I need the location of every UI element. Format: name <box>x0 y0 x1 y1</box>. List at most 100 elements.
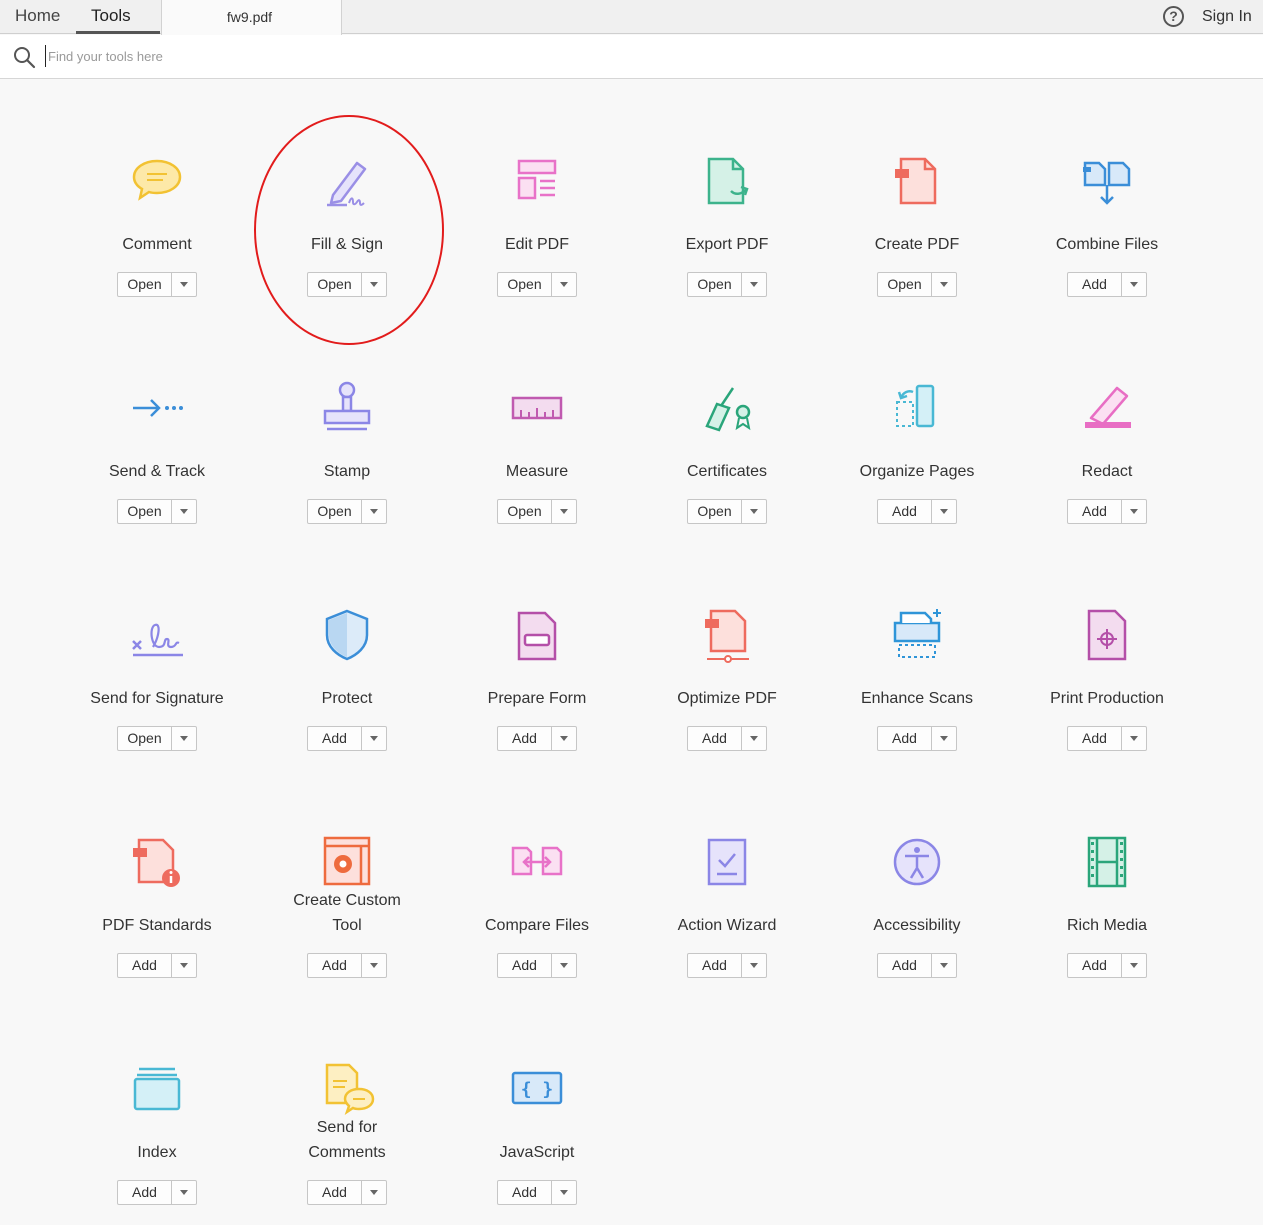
chevron-down-icon[interactable] <box>362 1181 386 1204</box>
chevron-down-icon[interactable] <box>362 500 386 523</box>
tool-compare-files[interactable]: Compare Files Add <box>442 760 632 987</box>
tool-fill-and-sign-open-button[interactable]: Open <box>307 272 387 297</box>
chevron-down-icon[interactable] <box>172 1181 196 1204</box>
chevron-down-icon[interactable] <box>742 954 766 977</box>
tool-certificates[interactable]: Certificates Open <box>632 306 822 533</box>
tool-comment-open-button[interactable]: Open <box>117 272 197 297</box>
chevron-down-icon[interactable] <box>172 727 196 750</box>
tool-compare-files-add-button[interactable]: Add <box>497 953 577 978</box>
rich-media-icon[interactable] <box>1077 832 1137 892</box>
open-button-label[interactable]: Open <box>308 500 362 523</box>
tool-organize-pages[interactable]: Organize Pages Add <box>822 306 1012 533</box>
chevron-down-icon[interactable] <box>552 273 576 296</box>
add-button-label[interactable]: Add <box>118 954 172 977</box>
compare-files-icon[interactable] <box>507 832 567 892</box>
sign-in-link[interactable]: Sign In <box>1202 8 1252 26</box>
tool-measure[interactable]: Measure Open <box>442 306 632 533</box>
add-button-label[interactable]: Add <box>688 954 742 977</box>
tool-accessibility[interactable]: Accessibility Add <box>822 760 1012 987</box>
tool-pdf-standards[interactable]: PDF Standards Add <box>62 760 252 987</box>
tool-optimize-pdf-add-button[interactable]: Add <box>687 726 767 751</box>
tool-enhance-scans-add-button[interactable]: Add <box>877 726 957 751</box>
tool-combine-files-add-button[interactable]: Add <box>1067 272 1147 297</box>
tool-redact-add-button[interactable]: Add <box>1067 499 1147 524</box>
tool-send-and-track[interactable]: Send & Track Open <box>62 306 252 533</box>
open-button-label[interactable]: Open <box>498 500 552 523</box>
open-button-label[interactable]: Open <box>688 500 742 523</box>
add-button-label[interactable]: Add <box>498 1181 552 1204</box>
measure-icon[interactable] <box>507 378 567 438</box>
tool-javascript[interactable]: { } JavaScript Add <box>442 987 632 1214</box>
tool-edit-pdf[interactable]: Edit PDF Open <box>442 79 632 306</box>
combine-files-icon[interactable] <box>1077 151 1137 211</box>
add-button-label[interactable]: Add <box>878 500 932 523</box>
chevron-down-icon[interactable] <box>552 727 576 750</box>
add-button-label[interactable]: Add <box>1068 273 1122 296</box>
add-button-label[interactable]: Add <box>688 727 742 750</box>
create-custom-tool-icon[interactable] <box>317 832 377 892</box>
add-button-label[interactable]: Add <box>498 727 552 750</box>
enhance-scans-icon[interactable] <box>887 605 947 665</box>
open-button-label[interactable]: Open <box>118 500 172 523</box>
send-signature-icon[interactable] <box>127 605 187 665</box>
chevron-down-icon[interactable] <box>362 727 386 750</box>
chevron-down-icon[interactable] <box>742 727 766 750</box>
chevron-down-icon[interactable] <box>742 500 766 523</box>
certificates-icon[interactable] <box>697 378 757 438</box>
export-pdf-icon[interactable] <box>697 151 757 211</box>
tool-prepare-form[interactable]: Prepare Form Add <box>442 533 632 760</box>
tool-rich-media[interactable]: Rich Media Add <box>1012 760 1202 987</box>
tool-measure-open-button[interactable]: Open <box>497 499 577 524</box>
tool-create-pdf-open-button[interactable]: Open <box>877 272 957 297</box>
tool-print-production[interactable]: Print Production Add <box>1012 533 1202 760</box>
tool-comment[interactable]: Comment Open <box>62 79 252 306</box>
chevron-down-icon[interactable] <box>552 1181 576 1204</box>
chevron-down-icon[interactable] <box>1122 500 1146 523</box>
print-production-icon[interactable] <box>1077 605 1137 665</box>
tab-tools[interactable]: Tools <box>76 0 160 34</box>
tool-combine-files[interactable]: Combine Files Add <box>1012 79 1202 306</box>
tool-index[interactable]: Index Add <box>62 987 252 1214</box>
chevron-down-icon[interactable] <box>1122 954 1146 977</box>
tool-prepare-form-add-button[interactable]: Add <box>497 726 577 751</box>
chevron-down-icon[interactable] <box>552 500 576 523</box>
tool-send-for-signature[interactable]: Send for Signature Open <box>62 533 252 760</box>
add-button-label[interactable]: Add <box>308 727 362 750</box>
tab-document[interactable]: fw9.pdf <box>161 0 342 35</box>
fill-sign-icon[interactable] <box>317 151 377 211</box>
tool-action-wizard[interactable]: Action Wizard Add <box>632 760 822 987</box>
chevron-down-icon[interactable] <box>362 954 386 977</box>
tool-protect-add-button[interactable]: Add <box>307 726 387 751</box>
add-button-label[interactable]: Add <box>1068 500 1122 523</box>
add-button-label[interactable]: Add <box>118 1181 172 1204</box>
tool-accessibility-add-button[interactable]: Add <box>877 953 957 978</box>
javascript-icon[interactable]: { } <box>507 1059 567 1119</box>
chevron-down-icon[interactable] <box>932 273 956 296</box>
tool-print-production-add-button[interactable]: Add <box>1067 726 1147 751</box>
chevron-down-icon[interactable] <box>362 273 386 296</box>
search-input[interactable] <box>45 45 445 67</box>
send-comments-icon[interactable] <box>317 1059 377 1119</box>
add-button-label[interactable]: Add <box>498 954 552 977</box>
send-track-icon[interactable] <box>127 378 187 438</box>
help-icon[interactable]: ? <box>1163 6 1184 27</box>
redact-icon[interactable] <box>1077 378 1137 438</box>
tool-export-pdf-open-button[interactable]: Open <box>687 272 767 297</box>
accessibility-icon[interactable] <box>887 832 947 892</box>
create-pdf-icon[interactable] <box>887 151 947 211</box>
open-button-label[interactable]: Open <box>118 727 172 750</box>
add-button-label[interactable]: Add <box>308 954 362 977</box>
index-icon[interactable] <box>127 1059 187 1119</box>
tool-create-pdf[interactable]: Create PDF Open <box>822 79 1012 306</box>
chevron-down-icon[interactable] <box>172 954 196 977</box>
chevron-down-icon[interactable] <box>1122 727 1146 750</box>
tool-enhance-scans[interactable]: Enhance Scans Add <box>822 533 1012 760</box>
tool-stamp-open-button[interactable]: Open <box>307 499 387 524</box>
tool-send-and-track-open-button[interactable]: Open <box>117 499 197 524</box>
tool-index-add-button[interactable]: Add <box>117 1180 197 1205</box>
open-button-label[interactable]: Open <box>308 273 362 296</box>
tool-javascript-add-button[interactable]: Add <box>497 1180 577 1205</box>
tool-create-custom-tool-add-button[interactable]: Add <box>307 953 387 978</box>
stamp-icon[interactable] <box>317 378 377 438</box>
tool-edit-pdf-open-button[interactable]: Open <box>497 272 577 297</box>
